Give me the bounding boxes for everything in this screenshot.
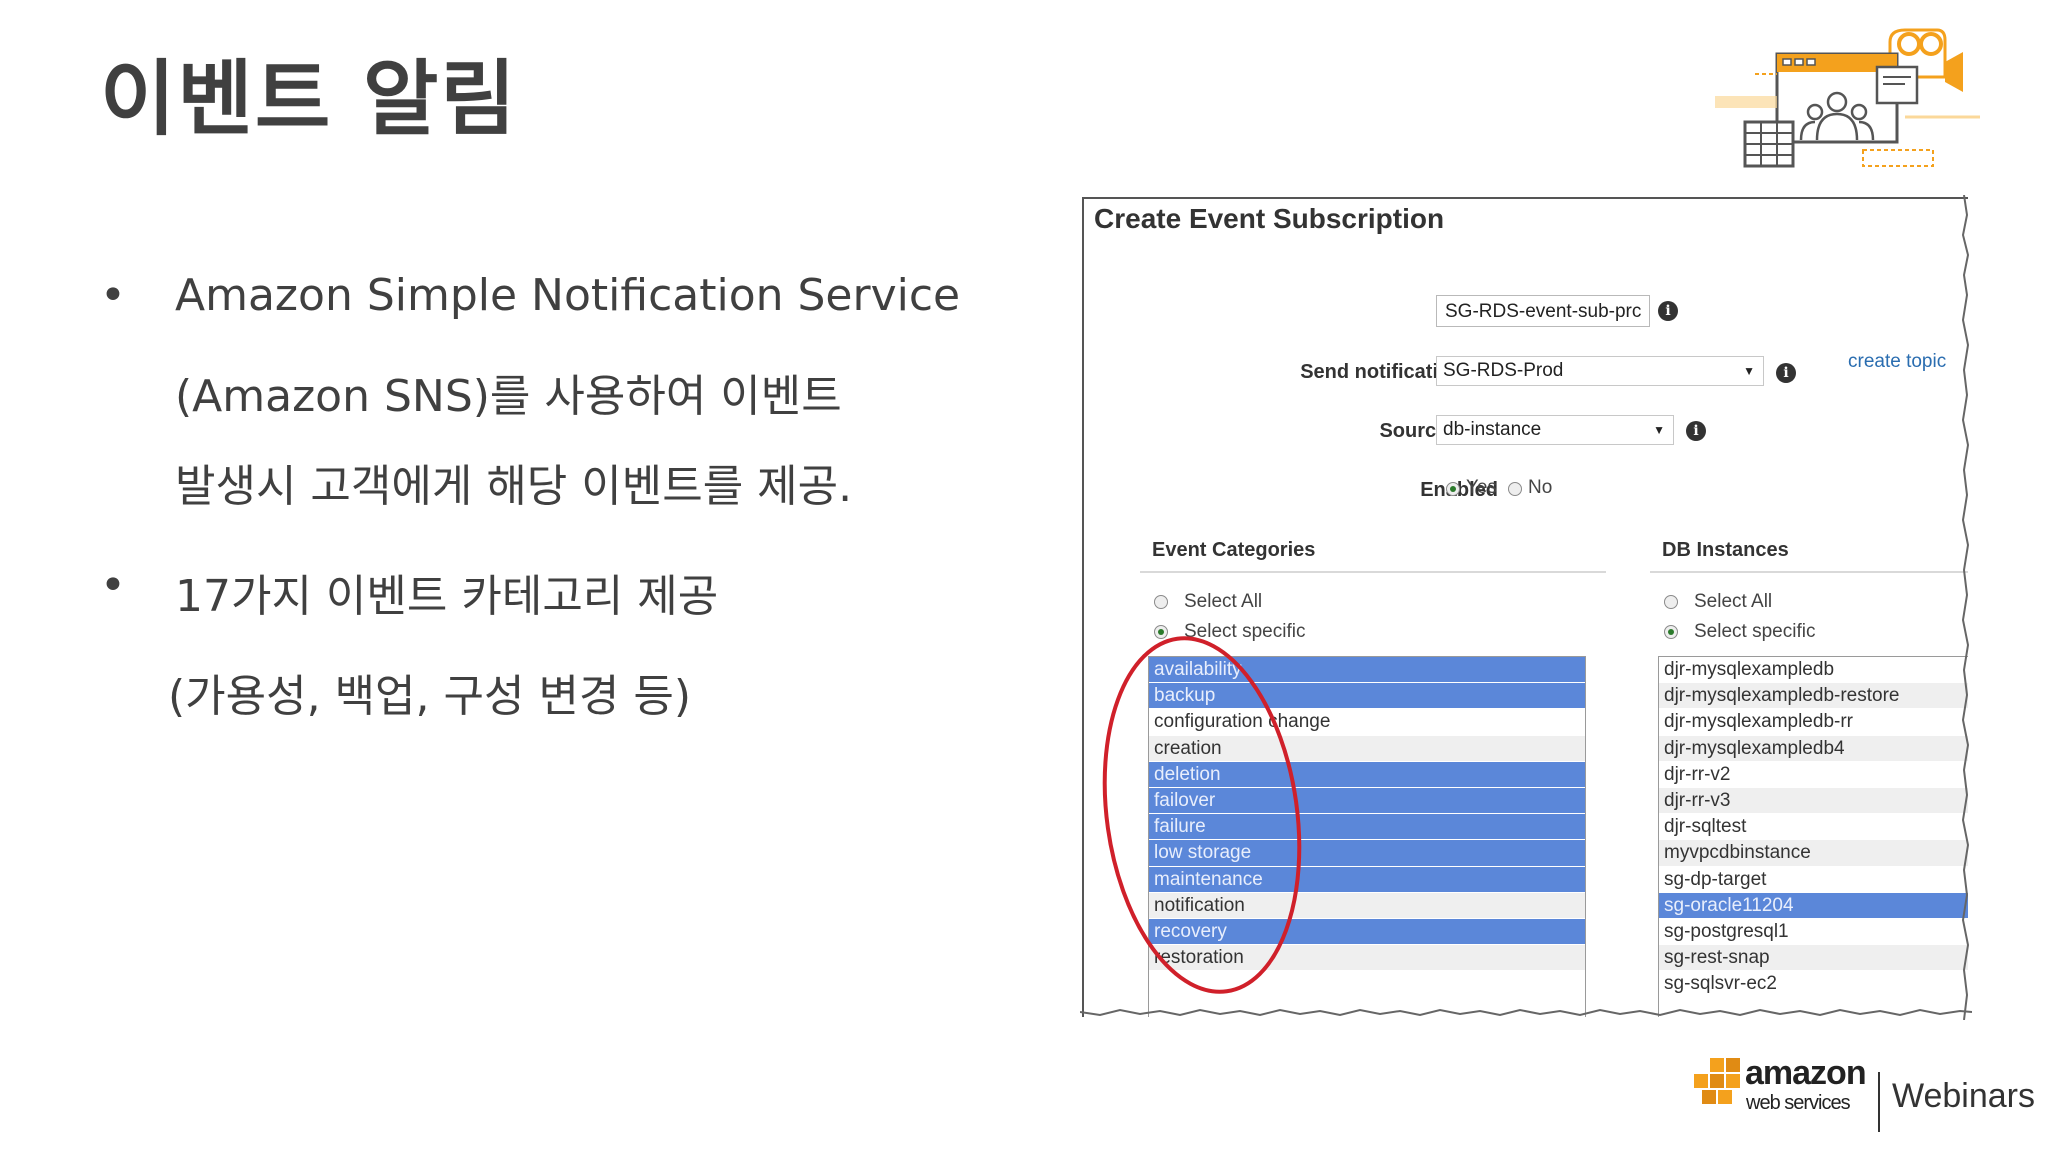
list-item[interactable]: djr-mysqlexampledb-rr <box>1659 709 1968 736</box>
enabled-yes-label: Yes <box>1466 477 1497 498</box>
info-icon[interactable]: i <box>1658 301 1678 321</box>
aws-cubes-logo <box>1694 1058 1740 1104</box>
db-instances-divider <box>1650 571 1968 573</box>
aws-brand: amazon <box>1745 1054 1867 1092</box>
chevron-down-icon: ▼ <box>1743 364 1755 378</box>
list-item[interactable]: sg-oracle11204 <box>1659 892 1968 919</box>
list-item[interactable]: djr-mysqlexampledb-restore <box>1659 683 1968 710</box>
bullet-1-line-3: 발생시 고객에게 해당 이벤트를 제공. <box>175 461 853 512</box>
webinars-label: Webinars <box>1892 1077 2035 1115</box>
bullet-2-line-1: 17가지 이벤트 카테고리 제공 <box>175 571 719 622</box>
table-icon <box>1743 120 1795 168</box>
list-item[interactable]: sg-rest-snap <box>1659 945 1968 972</box>
enabled-yes-radio[interactable] <box>1446 482 1460 496</box>
video-presentation-illustration <box>1715 28 1980 168</box>
db-instances-heading: DB Instances <box>1662 539 1789 561</box>
info-icon[interactable]: i <box>1776 363 1796 383</box>
db-select-specific-label: Select specific <box>1694 621 1816 642</box>
logo-divider <box>1878 1072 1880 1132</box>
bullet-1-line-2: (Amazon SNS)를 사용하여 이벤트 <box>175 371 842 422</box>
source-type-select[interactable]: db-instance ▼ <box>1436 415 1674 445</box>
list-item[interactable]: djr-rr-v3 <box>1659 787 1968 815</box>
db-select-specific-radio[interactable] <box>1664 625 1678 639</box>
bullet-2-subline: (가용성, 백업, 구성 변경 등) <box>168 671 692 722</box>
db-select-all-label: Select All <box>1694 591 1773 612</box>
create-topic-link[interactable]: create topic <box>1848 351 1946 373</box>
info-icon[interactable]: i <box>1686 421 1706 441</box>
bullet-dot: • <box>100 560 126 611</box>
highlight-oval <box>1102 636 1302 994</box>
enabled-no-radio[interactable] <box>1508 482 1522 496</box>
bullet-1-line-1: Amazon Simple Notification Service <box>175 270 961 321</box>
bullet-dot: • <box>100 270 126 321</box>
list-item[interactable]: djr-mysqlexampledb4 <box>1659 735 1968 762</box>
event-categories-divider <box>1140 571 1606 573</box>
name-input[interactable]: SG-RDS-event-sub-prc <box>1436 295 1650 327</box>
list-item[interactable]: myvpcdbinstance <box>1659 840 1968 867</box>
presentation-icon <box>1775 52 1919 144</box>
aws-webinars-logo: amazon web services Webinars <box>1690 1052 2035 1132</box>
send-notifications-value: SG-RDS-Prod <box>1443 360 1564 381</box>
slide-title: 이벤트 알림 <box>100 52 518 147</box>
event-select-all-label: Select All <box>1184 591 1263 612</box>
list-item[interactable]: sg-sqlsvr-ec2 <box>1659 971 1968 998</box>
list-item[interactable]: djr-sqltest <box>1659 814 1968 841</box>
db-select-all-radio[interactable] <box>1664 595 1678 609</box>
db-instances-listbox[interactable]: djr-mysqlexampledb djr-mysqlexampledb-res… <box>1658 656 1968 1017</box>
event-categories-heading: Event Categories <box>1152 539 1316 561</box>
enabled-no-label: No <box>1528 477 1553 498</box>
dialog-title: Create Event Subscription <box>1094 203 1445 234</box>
send-notifications-select[interactable]: SG-RDS-Prod ▼ <box>1436 356 1764 386</box>
torn-edge-right <box>1961 195 1970 1020</box>
list-item[interactable]: sg-postgresql1 <box>1659 919 1968 946</box>
source-type-value: db-instance <box>1443 419 1542 440</box>
list-item[interactable]: sg-dp-target <box>1659 867 1968 893</box>
chevron-down-icon: ▼ <box>1653 423 1665 437</box>
aws-brand-sub: web services <box>1746 1092 1851 1114</box>
list-item[interactable]: djr-mysqlexampledb <box>1659 657 1968 684</box>
torn-edge-bottom <box>1080 1008 1972 1017</box>
event-select-all-radio[interactable] <box>1154 595 1168 609</box>
list-item[interactable]: djr-rr-v2 <box>1659 762 1968 788</box>
